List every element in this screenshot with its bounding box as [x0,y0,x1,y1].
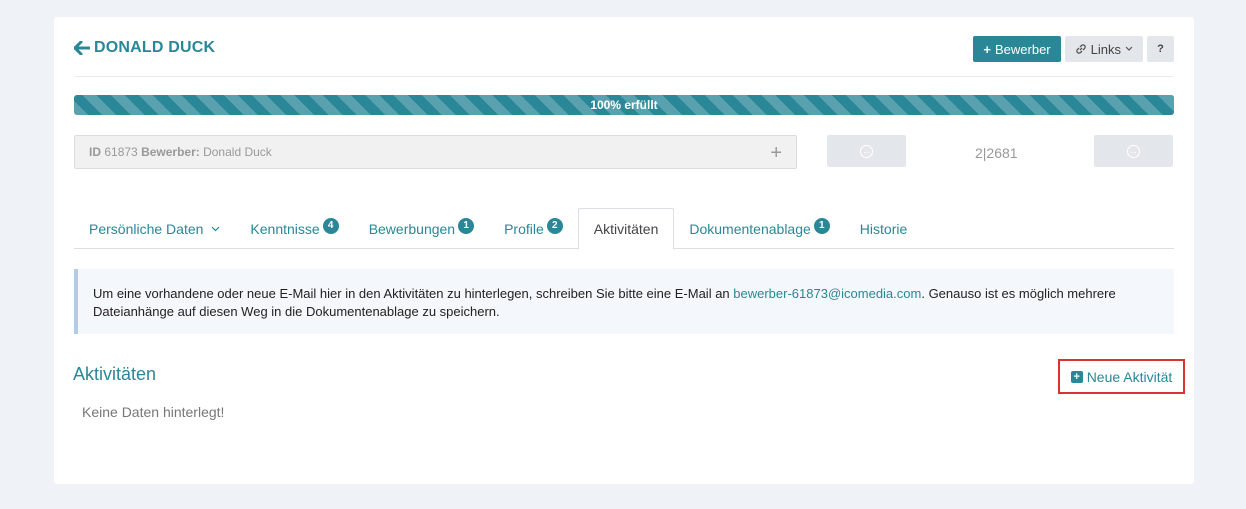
count-badge: 1 [458,217,475,234]
next-record-button[interactable]: → [1094,135,1173,167]
tab-bewerbungen[interactable]: Bewerbungen 1 [354,208,489,249]
email-info-callout: Um eine vorhandene oder neue E-Mail hier… [74,269,1174,334]
links-label: Links [1090,41,1121,57]
tab-label: Kenntnisse [250,220,320,237]
links-dropdown-button[interactable]: Links [1064,36,1143,62]
count-badge: 2 [546,217,563,234]
tab-kenntnisse[interactable]: Kenntnisse 4 [235,208,353,249]
tab-persoenliche-daten[interactable]: Persönliche Daten [74,208,235,249]
section-title: Aktivitäten [73,364,157,384]
tab-label: Bewerbungen [368,220,456,237]
bewerber-value: Donald Duck [203,145,272,159]
tab-dokumentenablage[interactable]: Dokumentenablage 1 [674,208,844,249]
email-link[interactable]: bewerber-61873@icomedia.com [733,286,921,301]
arrow-left-icon[interactable] [74,41,90,55]
count-badge: 4 [322,217,339,234]
bewerber-label: Bewerber: [141,145,200,159]
empty-state-text: Keine Daten hinterlegt! [82,404,225,420]
plus-icon[interactable]: + [770,136,782,170]
count-badge: 1 [813,217,830,234]
page-title-text: DONALD DUCK [94,39,216,56]
page-title[interactable]: DONALD DUCK [74,39,215,57]
help-button[interactable]: ? [1147,36,1174,62]
completion-progress-bar: 100% erfüllt [74,95,1174,115]
tab-label: Aktivitäten [593,221,659,237]
record-counter: 2|2681 [975,145,1018,161]
new-activity-button[interactable]: + Neue Aktivität [1058,359,1185,394]
tab-label: Persönliche Daten [89,220,204,237]
plus-icon: + [983,41,991,57]
tab-label: Profile [504,220,544,237]
plus-square-icon: + [1070,370,1083,383]
link-icon [1075,44,1086,54]
main-card: DONALD DUCK + Bewerber Links ? 100% erfü… [54,17,1194,484]
id-value: 61873 [104,145,138,159]
tab-profile[interactable]: Profile 2 [489,208,578,249]
chevron-down-icon [211,226,220,231]
page-header: DONALD DUCK + Bewerber Links ? [74,17,1174,77]
header-actions: + Bewerber Links ? [973,36,1174,62]
tab-label: Dokumentenablage [689,220,811,237]
add-bewerber-label: Bewerber [995,41,1051,57]
progress-label: 100% erfüllt [590,98,658,112]
arrow-right-circle-icon: → [1127,144,1140,158]
id-label: ID [89,145,101,159]
add-bewerber-button[interactable]: + Bewerber [973,36,1061,62]
record-id-field[interactable]: ID 61873 Bewerber: Donald Duck + [74,135,797,169]
arrow-left-circle-icon: ← [860,144,873,158]
tab-aktivitaeten[interactable]: Aktivitäten [577,208,675,250]
chevron-down-icon [1125,46,1133,51]
tab-historie[interactable]: Historie [845,208,922,249]
previous-record-button[interactable]: ← [827,135,906,167]
info-text-before: Um eine vorhandene oder neue E-Mail hier… [93,286,734,301]
new-activity-label: Neue Aktivität [1086,368,1173,385]
tab-bar: Persönliche Daten Kenntnisse 4 Bewerbung… [74,208,1174,250]
tab-label: Historie [859,220,908,237]
